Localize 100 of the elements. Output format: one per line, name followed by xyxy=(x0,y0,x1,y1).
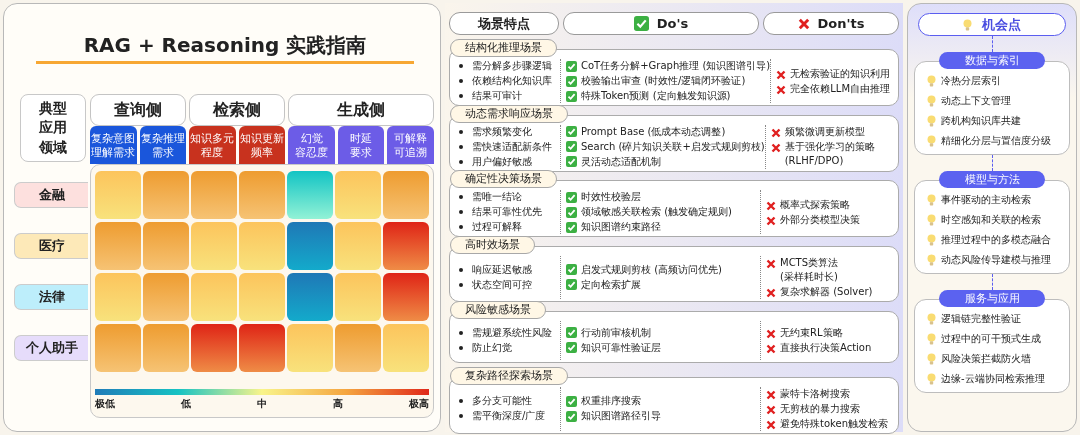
bullet-icon xyxy=(459,129,463,134)
check-icon xyxy=(566,90,577,102)
trait-text: 结果可靠性优先 xyxy=(472,205,542,219)
cross-icon xyxy=(766,287,776,298)
cross-icon xyxy=(797,17,810,30)
section-header: 机会点 xyxy=(918,13,1066,36)
cross-icon xyxy=(766,343,776,354)
do-text: 启发式规则剪枝 (高频访问优先) xyxy=(581,262,722,277)
bullet-icon xyxy=(459,282,463,287)
trait-text: 响应延迟敏感 xyxy=(472,262,532,277)
cross-icon xyxy=(770,128,781,138)
light-bulb-icon xyxy=(927,254,936,266)
check-icon xyxy=(566,191,577,203)
check-icon xyxy=(566,410,577,422)
check-icon xyxy=(566,126,577,137)
trait-text: 需快速适配新条件 xyxy=(472,139,552,154)
opportunity-text: 事件驱动的主动检索 xyxy=(941,193,1031,207)
column-header: 复杂意图 xyxy=(91,130,136,145)
column-header: 要求 xyxy=(350,145,373,160)
column-header: 时延 xyxy=(350,130,373,145)
cross-icon xyxy=(766,419,776,430)
cross-icon xyxy=(766,215,776,226)
column-header: 幻觉 xyxy=(300,130,323,145)
opportunity-text: 过程中的可干预式生成 xyxy=(941,332,1041,346)
do-text: Prompt Base (低成本动态调整) xyxy=(581,124,726,139)
trait-text: 需求频繁变化 xyxy=(472,124,532,139)
trait-text: 依赖结构化知识库 xyxy=(472,74,552,88)
column-header: 频率 xyxy=(251,145,273,160)
column-header: 理解需求 xyxy=(91,145,136,160)
column-header: Don'ts xyxy=(763,12,899,35)
dont-text: 完全依赖LLM自由推理 xyxy=(790,81,891,96)
column-header: 可解释 xyxy=(394,130,428,145)
row-label: 医疗 xyxy=(14,233,88,259)
check-icon xyxy=(566,395,577,407)
row-label: 法律 xyxy=(14,284,88,310)
dont-text: 无剪枝的暴力搜索 xyxy=(780,401,860,416)
check-icon xyxy=(566,342,577,354)
bullet-icon xyxy=(459,144,463,149)
column-header: 复杂推理 xyxy=(140,130,185,145)
check-icon xyxy=(633,16,649,31)
dont-text: 基于强化学习的策略 (RLHF/DPO) xyxy=(784,140,875,168)
check-icon xyxy=(566,156,577,167)
do-text: 权重排序搜索 xyxy=(581,394,641,408)
light-bulb-icon xyxy=(927,333,936,345)
column-header: 场景特点 xyxy=(449,12,559,35)
opportunity-text: 动态上下文管理 xyxy=(941,94,1011,108)
light-bulb-icon xyxy=(927,135,936,147)
do-text: 知识图谱路径引导 xyxy=(581,409,661,423)
check-icon xyxy=(566,206,577,218)
do-text: 知识可靠性验证层 xyxy=(581,340,661,355)
check-icon xyxy=(566,264,577,275)
cross-icon xyxy=(776,84,787,95)
check-icon xyxy=(566,279,577,290)
cross-icon xyxy=(766,200,776,211)
check-icon xyxy=(566,75,577,87)
bullet-icon xyxy=(459,195,463,199)
bullet-icon xyxy=(459,94,463,98)
do-text: Search (碎片知识关联+启发式规则剪枝) xyxy=(581,139,765,154)
opportunity-text: 跨机构知识库共建 xyxy=(941,114,1021,128)
cross-icon xyxy=(766,258,776,269)
dont-text: 避免特殊token触发检索 xyxy=(780,416,888,431)
do-text: 时效性校验层 xyxy=(581,190,641,204)
group-pill: 模型与方法 xyxy=(939,171,1045,188)
check-icon xyxy=(566,60,577,72)
trait-text: 需分解多步骤逻辑 xyxy=(472,59,552,73)
light-bulb-icon xyxy=(927,373,936,385)
trait-text: 用户偏好敏感 xyxy=(472,154,532,169)
light-bulb-icon xyxy=(927,95,936,107)
column-header: 知识更新 xyxy=(240,130,284,145)
column-header: 知识多元 xyxy=(190,130,235,145)
trait-text: 过程可解释 xyxy=(472,220,522,234)
light-bulb-icon xyxy=(927,353,936,365)
dont-text: 概率式探索策略 xyxy=(780,197,850,212)
group-header: 查询侧 xyxy=(90,94,187,126)
column-header: 可追溯 xyxy=(394,145,428,160)
cross-icon xyxy=(776,69,787,80)
trait-text: 需规避系统性风险 xyxy=(472,325,552,340)
trait-text: 防止幻觉 xyxy=(472,340,512,355)
bullet-icon xyxy=(459,225,463,229)
opportunity-text: 推理过程中的多模态融合 xyxy=(941,233,1051,247)
do-text: 知识图谱约束路径 xyxy=(581,220,661,234)
dont-text: 外部分类模型决策 xyxy=(780,212,860,227)
light-bulb-icon xyxy=(927,115,936,127)
group-header: 检索侧 xyxy=(189,94,286,126)
dont-text: 无约束RL策略 xyxy=(780,325,843,340)
legend-label: 高 xyxy=(333,398,343,411)
bullet-icon xyxy=(459,64,463,68)
group-header: 生成侧 xyxy=(288,94,434,126)
do-text: 行动前审核机制 xyxy=(581,325,651,340)
opportunity-text: 风险决策拦截防火墙 xyxy=(941,352,1031,366)
do-text: 校验输出审查 (时效性/逻辑闭环验证) xyxy=(581,74,746,88)
dont-text: 蒙特卡洛树搜索 xyxy=(780,386,850,401)
trait-text: 结果可审计 xyxy=(472,89,522,103)
opportunity-text: 边缘-云端协同检索推理 xyxy=(941,372,1045,386)
do-text: 特殊Token预测 (定向触发知识源) xyxy=(581,89,731,103)
bullet-icon xyxy=(459,210,463,214)
opportunity-text: 动态风险传导建模与推理 xyxy=(941,253,1051,267)
cross-icon xyxy=(770,143,781,153)
dont-text: 无检索验证的知识利用 xyxy=(790,66,891,81)
trait-text: 多分支可能性 xyxy=(472,394,532,408)
